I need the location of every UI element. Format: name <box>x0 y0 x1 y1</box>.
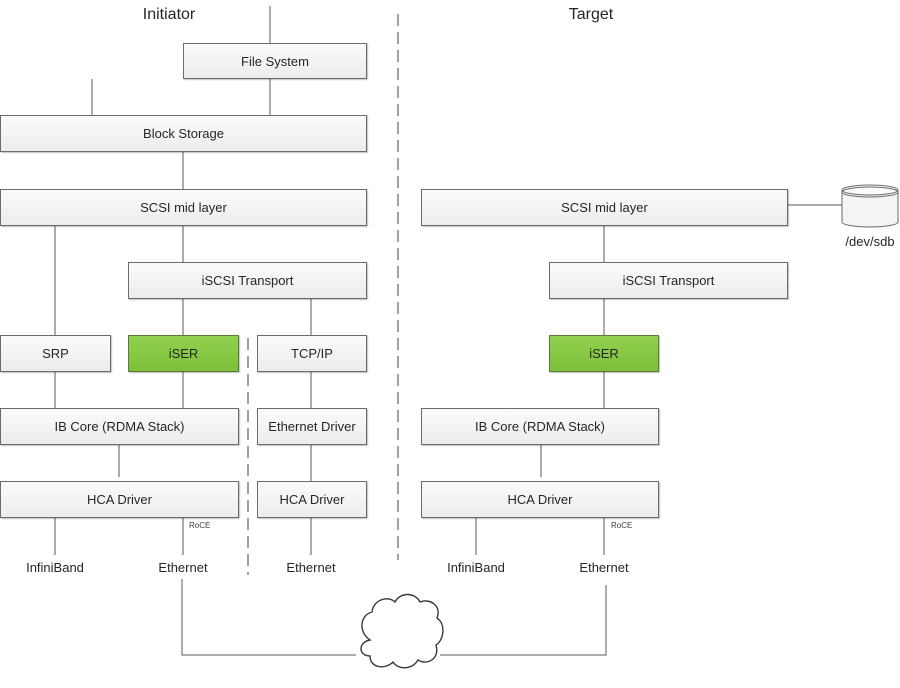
initiator-ib-core-box: IB Core (RDMA Stack) <box>0 408 239 445</box>
initiator-scsi-mid-layer-box: SCSI mid layer <box>0 189 367 226</box>
initiator-iscsi-transport-box: iSCSI Transport <box>128 262 367 299</box>
target-hca-driver-box: HCA Driver <box>421 481 659 518</box>
initiator-infiniband-label: InfiniBand <box>26 560 84 575</box>
tcp-ethernet-label: Ethernet <box>286 560 336 575</box>
ethernet-hca-driver-box: HCA Driver <box>257 481 367 518</box>
srp-box: SRP <box>0 335 111 372</box>
tcp-ip-box: TCP/IP <box>257 335 367 372</box>
cloud-icon <box>360 593 444 669</box>
initiator-roce-label: RoCE <box>189 521 211 530</box>
target-header: Target <box>568 6 614 23</box>
initiator-header: Initiator <box>142 6 196 23</box>
initiator-ethernet-label: Ethernet <box>158 560 208 575</box>
target-scsi-mid-layer-box: SCSI mid layer <box>421 189 788 226</box>
block-storage-box: Block Storage <box>0 115 367 152</box>
target-ib-core-box: IB Core (RDMA Stack) <box>421 408 659 445</box>
line-target-cloud <box>440 585 607 656</box>
disk-label: /dev/sdb <box>845 234 895 249</box>
target-roce-label: RoCE <box>611 521 633 530</box>
target-infiniband-label: InfiniBand <box>447 560 505 575</box>
initiator-iser-box: iSER <box>128 335 239 372</box>
line-init-cloud <box>181 579 356 656</box>
target-iscsi-transport-box: iSCSI Transport <box>549 262 788 299</box>
file-system-box: File System <box>183 43 367 79</box>
target-ethernet-label: Ethernet <box>579 560 629 575</box>
target-iser-box: iSER <box>549 335 659 372</box>
initiator-hca-driver-box: HCA Driver <box>0 481 239 518</box>
disk-icon <box>841 184 899 228</box>
ethernet-driver-box: Ethernet Driver <box>257 408 367 445</box>
